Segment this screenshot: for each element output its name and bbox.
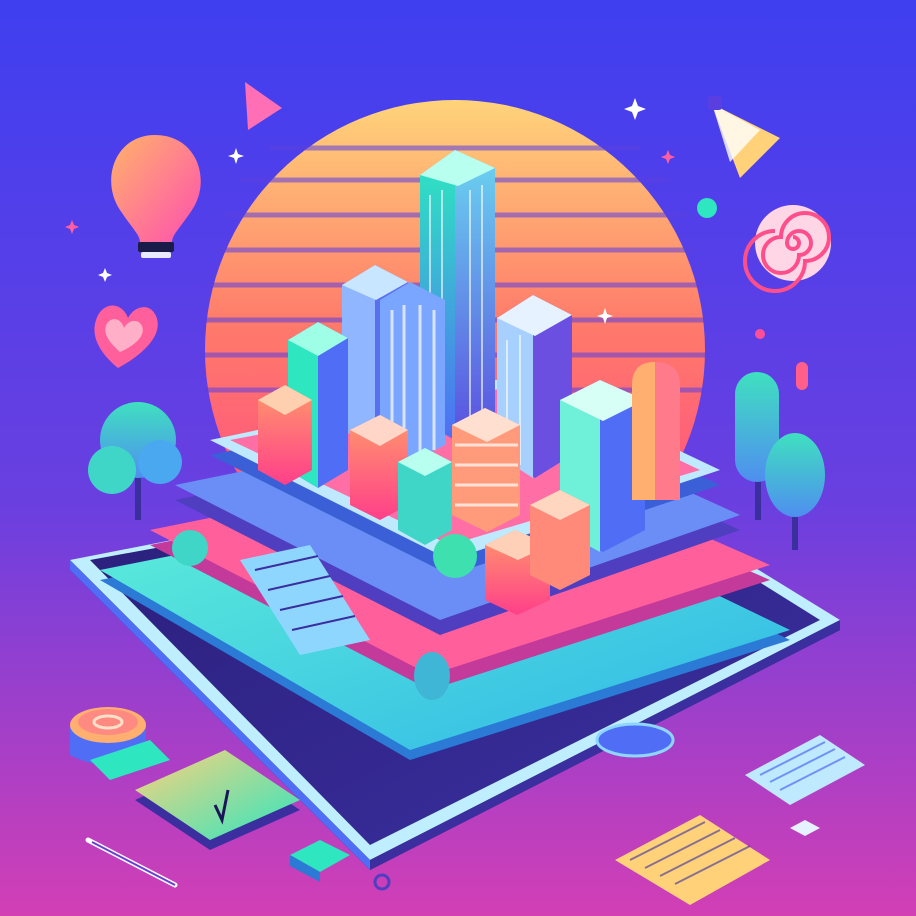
pink-building-left xyxy=(258,385,312,485)
shrub xyxy=(433,534,477,578)
teal-building xyxy=(398,448,452,545)
small-pink-dot xyxy=(755,329,765,339)
shrub xyxy=(172,530,208,566)
home-button xyxy=(595,722,675,758)
small-teal-dot xyxy=(697,198,717,218)
illustration-canvas xyxy=(0,0,916,916)
isometric-city-illustration xyxy=(0,0,916,916)
shrub xyxy=(414,652,450,700)
striped-center-building xyxy=(452,408,520,532)
pink-capsule xyxy=(796,362,808,390)
rounded-tower xyxy=(632,362,680,500)
